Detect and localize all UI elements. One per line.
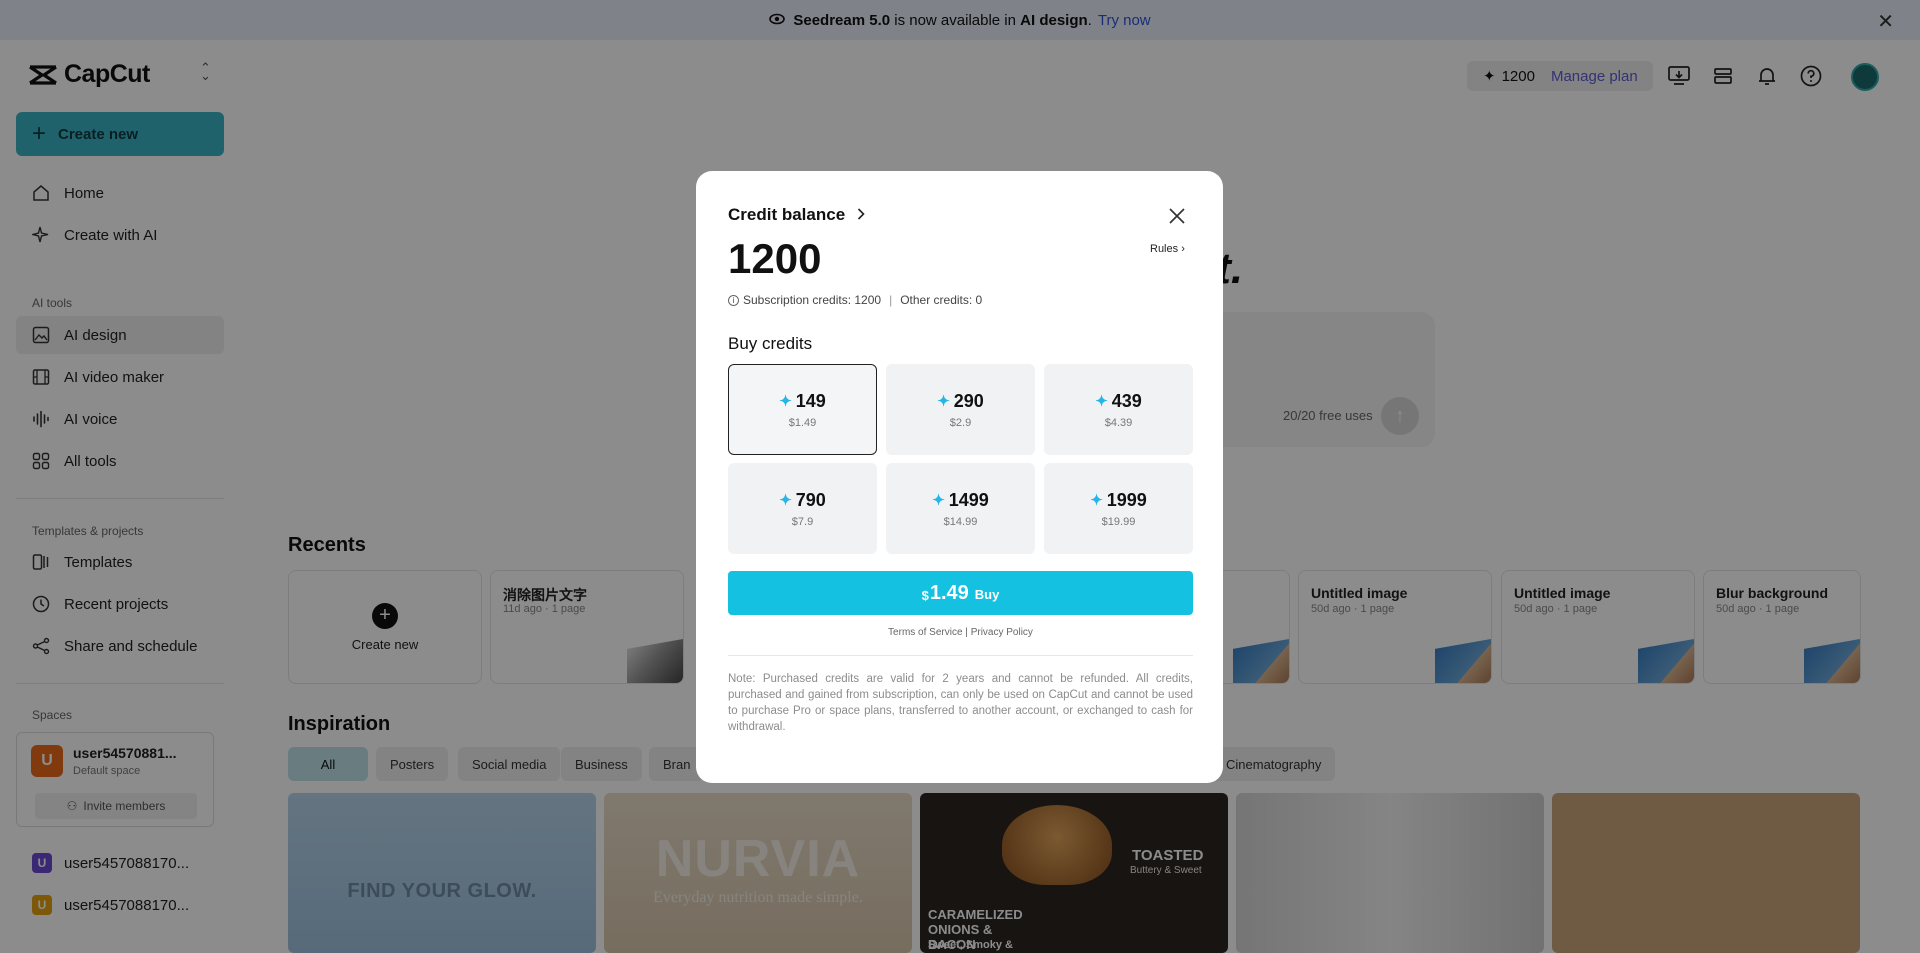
credit-package-1999[interactable]: ✦ 1999 $19.99 <box>1044 463 1193 554</box>
other-credits: Other credits: 0 <box>900 293 983 307</box>
credit-star-icon: ✦ <box>932 492 945 509</box>
close-icon[interactable] <box>1168 205 1186 231</box>
package-amount: ✦ 1999 <box>1090 490 1147 511</box>
buy-price: 1.49 <box>929 581 969 604</box>
credit-star-icon: ✦ <box>779 492 792 509</box>
legal-links: Terms of Service | Privacy Policy <box>728 627 1193 638</box>
package-price: $14.99 <box>943 515 978 528</box>
credit-star-icon: ✦ <box>1090 492 1103 509</box>
package-amount: ✦ 1499 <box>932 490 989 511</box>
credit-package-790[interactable]: ✦ 790 $7.9 <box>728 463 877 554</box>
package-price: $4.39 <box>1104 416 1133 429</box>
info-icon: i <box>728 294 739 306</box>
chevron-right-icon: › <box>1181 243 1185 255</box>
package-amount-value: 149 <box>795 390 826 411</box>
credit-star-icon: ✦ <box>1095 393 1108 410</box>
package-price: $19.99 <box>1101 515 1136 528</box>
subscription-credits: Subscription credits: 1200 <box>743 293 882 307</box>
buy-label: Buy <box>974 587 1000 602</box>
modal-divider <box>728 655 1193 656</box>
package-amount: ✦ 149 <box>779 391 826 412</box>
package-amount-value: 439 <box>1111 390 1142 411</box>
package-amount-value: 1499 <box>948 489 989 510</box>
package-amount: ✦ 439 <box>1095 391 1142 412</box>
buy-currency: $ <box>921 587 929 603</box>
package-price: $2.9 <box>949 416 972 429</box>
package-amount-value: 290 <box>953 390 984 411</box>
credit-balance-title[interactable]: Credit balance <box>728 205 865 225</box>
credit-package-1499[interactable]: ✦ 1499 $14.99 <box>886 463 1035 554</box>
credit-package-439[interactable]: ✦ 439 $4.39 <box>1044 364 1193 455</box>
buy-button[interactable]: $ 1.49 Buy <box>728 571 1193 615</box>
credit-star-icon: ✦ <box>937 393 950 410</box>
terms-of-service-link[interactable]: Terms of Service <box>888 627 962 638</box>
package-amount: ✦ 790 <box>779 490 826 511</box>
package-amount-value: 1999 <box>1106 489 1147 510</box>
separator: | <box>889 293 893 307</box>
credit-balance-value: 1200 <box>728 235 822 282</box>
buy-credits-title: Buy credits <box>728 334 813 353</box>
purchase-note: Note: Purchased credits are valid for 2 … <box>728 673 1193 733</box>
package-amount: ✦ 290 <box>937 391 984 412</box>
package-amount-value: 790 <box>795 489 826 510</box>
credit-package-290[interactable]: ✦ 290 $2.9 <box>886 364 1035 455</box>
privacy-policy-link[interactable]: Privacy Policy <box>971 627 1033 638</box>
chevron-right-icon <box>857 205 865 225</box>
rules-link[interactable]: Rules › <box>1150 243 1185 255</box>
credit-balance-title-text: Credit balance <box>728 205 846 224</box>
credit-star-icon: ✦ <box>779 393 792 410</box>
rules-label: Rules <box>1150 243 1179 255</box>
credit-breakdown: i Subscription credits: 1200 | Other cre… <box>728 293 982 307</box>
package-price: $7.9 <box>791 515 814 528</box>
package-price: $1.49 <box>788 416 817 429</box>
credit-package-149[interactable]: ✦ 149 $1.49 <box>728 364 877 455</box>
credit-balance-modal: Credit balance 1200 Rules › i Subscripti… <box>696 171 1223 783</box>
